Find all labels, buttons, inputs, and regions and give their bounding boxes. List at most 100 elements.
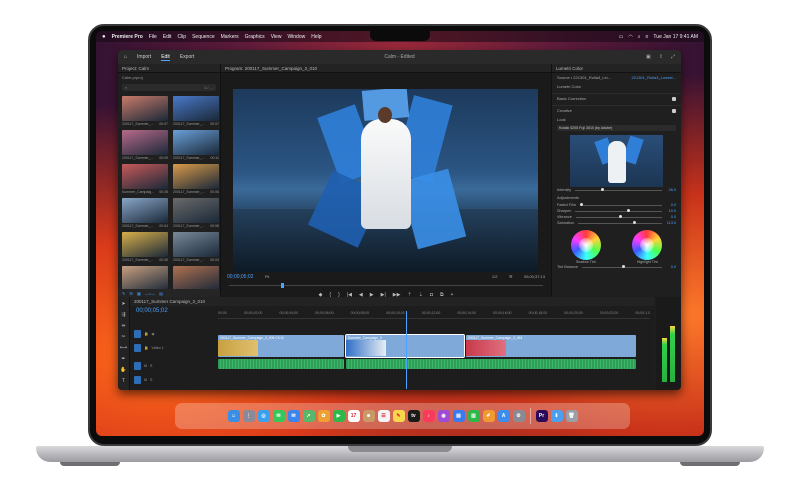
project-item[interactable]: 200117_Summer_... 00:09: [122, 130, 168, 161]
zoom-select[interactable]: Fit: [265, 274, 269, 279]
project-item[interactable]: 200117_Summer_... 00:06: [173, 164, 219, 195]
tint-balance-slider[interactable]: Tint Balance 0.0: [552, 264, 681, 270]
podcasts-icon[interactable]: ◉: [437, 410, 450, 422]
system-settings-icon[interactable]: ⚙: [512, 410, 525, 422]
eye-icon[interactable]: ◉: [151, 332, 154, 336]
photos-icon[interactable]: ✿: [317, 410, 330, 422]
pages-icon[interactable]: ✐: [482, 410, 495, 422]
reminders-icon[interactable]: ☰: [377, 410, 390, 422]
menu-help[interactable]: Help: [311, 34, 321, 40]
creative-header[interactable]: Creative: [557, 108, 572, 113]
adjustments-header[interactable]: Adjustments: [557, 195, 579, 200]
v2-target-toggle[interactable]: [134, 330, 141, 338]
menu-app-name[interactable]: Premiere Pro: [112, 34, 143, 40]
wrench-icon[interactable]: ⚒: [509, 274, 513, 279]
menu-file[interactable]: File: [149, 34, 157, 40]
audio-clip[interactable]: [218, 359, 344, 369]
time-ruler[interactable]: 00;00 00;00;02;00 00;00;04;00 00;00;06;00 00…: [218, 311, 650, 319]
a2-target-toggle[interactable]: [134, 376, 141, 384]
razor-tool-icon[interactable]: ✂: [121, 334, 125, 340]
hand-tool-icon[interactable]: ✋: [120, 367, 126, 373]
project-item[interactable]: 200117_Summer_... 00:04: [173, 232, 219, 263]
workspace-icon[interactable]: ▣: [646, 54, 651, 60]
calendar-icon[interactable]: 17: [347, 410, 360, 422]
menu-clip[interactable]: Clip: [177, 34, 186, 40]
project-item[interactable]: 200117_Summer_... 00:11: [173, 130, 219, 161]
tab-edit[interactable]: Edit: [161, 54, 170, 61]
finder-icon[interactable]: ☺: [227, 410, 240, 422]
timeline-clip[interactable]: 200117_Summer_Campaign_3_061: [466, 335, 636, 357]
look-preview[interactable]: [570, 135, 663, 187]
resolution-select[interactable]: 1/2: [492, 274, 498, 279]
selection-tool-icon[interactable]: ➤: [121, 301, 125, 307]
lumetri-target[interactable]: 221301_Rolla3_Lumiet...: [632, 75, 676, 80]
new-item-icon[interactable]: ▤: [159, 291, 163, 296]
menu-edit[interactable]: Edit: [163, 34, 172, 40]
menu-view[interactable]: View: [271, 34, 282, 40]
battery-icon[interactable]: ▭: [619, 34, 624, 40]
app-store-icon[interactable]: A: [497, 410, 510, 422]
shadow-tint-wheel[interactable]: Shadow Tint: [570, 230, 601, 264]
timeline-clip[interactable]: 200117_Summer_Campaign_3_009.CK10: [218, 335, 344, 357]
launchpad-icon[interactable]: ⋮: [242, 410, 255, 422]
creative-checkbox[interactable]: [672, 108, 676, 113]
project-search-input[interactable]: ⌕ 1 / ...: [122, 84, 216, 91]
pen-tool-icon[interactable]: ✒: [121, 356, 125, 362]
apple-icon[interactable]: ●: [102, 34, 106, 40]
type-tool-icon[interactable]: T: [122, 378, 125, 384]
numbers-icon[interactable]: ▥: [467, 410, 480, 422]
program-timecode[interactable]: 00;00;05;02: [227, 274, 253, 280]
facetime-icon[interactable]: ▶: [332, 410, 345, 422]
tab-import[interactable]: Import: [137, 54, 151, 60]
timeline-timecode[interactable]: 00;00;05;02: [136, 308, 168, 314]
mute-icon[interactable]: M: [144, 378, 147, 382]
playhead-marker[interactable]: [281, 283, 284, 288]
project-item[interactable]: Summer_Campaig... 00:28: [122, 164, 168, 195]
lumetri-panel-title[interactable]: Lumetri Color: [552, 64, 681, 73]
project-item[interactable]: 200117_Summer_... 00:05: [122, 232, 168, 263]
solo-icon[interactable]: S: [150, 378, 152, 382]
menu-clock[interactable]: Tue Jan 17 9:41 AM: [653, 34, 698, 40]
project-item[interactable]: 200117_Summer_... 00:07: [173, 96, 219, 127]
mute-icon[interactable]: M: [144, 364, 147, 368]
tab-export[interactable]: Export: [180, 54, 194, 60]
v1-target-toggle[interactable]: [134, 344, 141, 352]
project-item[interactable]: 200117_Summer_... 00:04: [122, 198, 168, 229]
program-monitor-title[interactable]: Program: 200117_Summer_Campaign_3_010: [221, 64, 551, 73]
highlight-tint-wheel[interactable]: Highlight Tint: [632, 230, 663, 264]
a1-target-toggle[interactable]: [134, 362, 141, 370]
menu-sequence[interactable]: Sequence: [192, 34, 215, 40]
tv-icon[interactable]: tv: [407, 410, 420, 422]
share-icon[interactable]: ⇪: [659, 54, 663, 60]
lock-icon[interactable]: 🔒: [144, 332, 148, 336]
menu-window[interactable]: Window: [287, 34, 305, 40]
look-select[interactable]: Kodak 5205 Fuji 3510 (by Adobe): [557, 125, 676, 131]
slip-tool-icon[interactable]: ⟷: [120, 345, 127, 351]
maps-icon[interactable]: ➚: [302, 410, 315, 422]
program-scrubber[interactable]: [229, 283, 543, 288]
premiere-pro-icon[interactable]: Pr: [535, 410, 548, 422]
ripple-edit-icon[interactable]: ⇹: [121, 323, 125, 329]
solo-icon[interactable]: S: [150, 364, 152, 368]
track-select-icon[interactable]: ⇶: [121, 312, 125, 318]
menu-graphics[interactable]: Graphics: [245, 34, 265, 40]
safari-icon[interactable]: ◎: [257, 410, 270, 422]
basic-correction-header[interactable]: Basic Correction: [557, 96, 586, 101]
control-center-icon[interactable]: ≡: [646, 34, 649, 40]
messages-icon[interactable]: ✉: [272, 410, 285, 422]
project-item[interactable]: 200117_Summer_... 00:08: [173, 198, 219, 229]
menu-markers[interactable]: Markers: [221, 34, 239, 40]
mail-icon[interactable]: ✉: [287, 410, 300, 422]
project-item[interactable]: 200117_Summer_... 00:07: [122, 96, 168, 127]
notes-icon[interactable]: ✎: [392, 410, 405, 422]
list-view-icon[interactable]: ☰: [129, 291, 133, 296]
audio-clip[interactable]: [346, 359, 636, 369]
timeline-title[interactable]: 200117_Summer Campaign_3_010: [130, 297, 654, 306]
fullscreen-icon[interactable]: ⤢: [671, 54, 675, 60]
search-icon[interactable]: ⌕: [638, 34, 641, 40]
keynote-icon[interactable]: ▤: [452, 410, 465, 422]
pencil-icon[interactable]: ✎: [122, 291, 125, 296]
timeline-playhead[interactable]: [406, 311, 407, 389]
trash-icon[interactable]: 🗑: [565, 410, 578, 422]
music-icon[interactable]: ♪: [422, 410, 435, 422]
